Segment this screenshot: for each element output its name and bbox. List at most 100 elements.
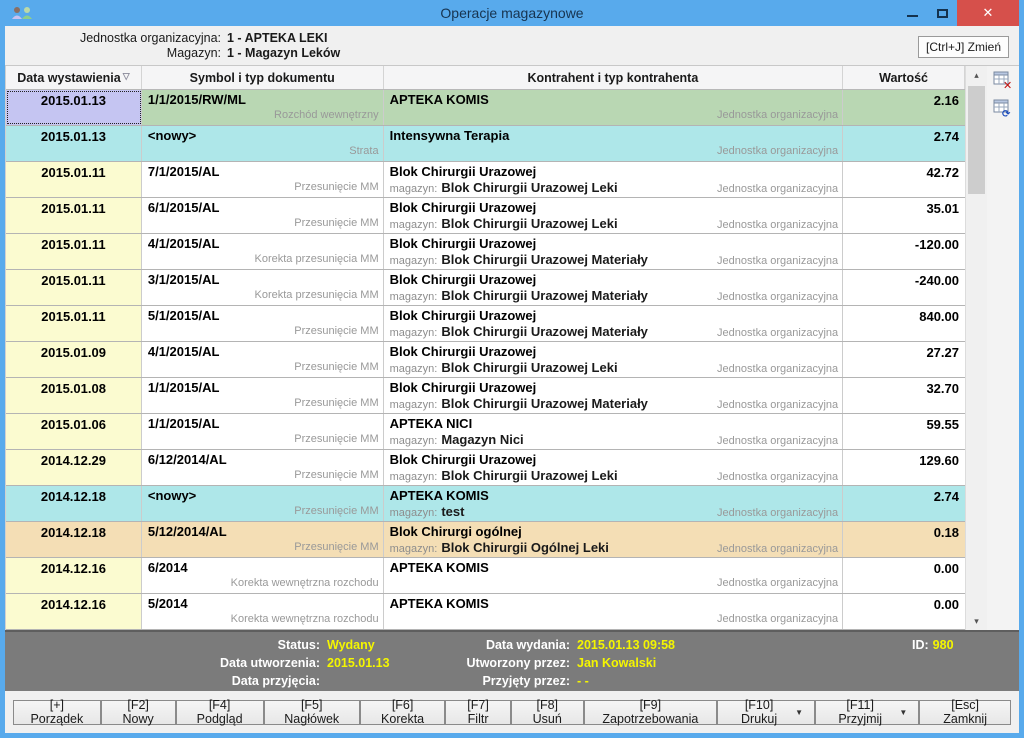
row-date-cell[interactable]: 2015.01.09 xyxy=(6,342,142,377)
row-kontrahent-cell[interactable]: Blok Chirurgii Urazowej magazyn:Blok Chi… xyxy=(384,234,844,269)
column-header-date[interactable]: Data wystawienia▽ xyxy=(6,66,142,89)
scrollbar-thumb[interactable] xyxy=(968,86,985,194)
row-value-cell[interactable]: -120.00 xyxy=(843,234,965,269)
row-symbol-cell[interactable]: 5/1/2015/AL Przesunięcie MM xyxy=(142,306,384,341)
row-kontrahent-cell[interactable]: Blok Chirurgii Urazowej magazyn:Blok Chi… xyxy=(384,198,844,233)
row-kontrahent-cell[interactable]: Blok Chirurgii Urazowej magazyn:Blok Chi… xyxy=(384,342,844,377)
row-value-cell[interactable]: 129.60 xyxy=(843,450,965,485)
row-date-cell[interactable]: 2015.01.11 xyxy=(6,162,142,197)
row-value-cell[interactable]: 2.16 xyxy=(843,90,965,125)
table-row[interactable]: 2014.12.18 <nowy> Przesunięcie MM APTEKA… xyxy=(6,486,965,522)
row-date-cell[interactable]: 2014.12.16 xyxy=(6,558,142,593)
row-symbol-cell[interactable]: 4/1/2015/AL Przesunięcie MM xyxy=(142,342,384,377)
scroll-up-icon[interactable]: ▴ xyxy=(966,66,987,84)
row-date-cell[interactable]: 2014.12.18 xyxy=(6,486,142,521)
row-date-cell[interactable]: 2015.01.11 xyxy=(6,306,142,341)
row-value-cell[interactable]: 0.00 xyxy=(843,594,965,629)
grid-refresh-icon[interactable]: ⟳ xyxy=(993,98,1013,118)
nowy-button[interactable]: [F2] Nowy xyxy=(101,700,176,725)
vertical-scrollbar[interactable]: ▴ ▾ xyxy=(965,66,987,630)
table-row[interactable]: 2015.01.09 4/1/2015/AL Przesunięcie MM B… xyxy=(6,342,965,378)
table-row[interactable]: 2015.01.11 7/1/2015/AL Przesunięcie MM B… xyxy=(6,162,965,198)
change-context-button[interactable]: [Ctrl+J] Zmień xyxy=(918,36,1009,58)
row-symbol-cell[interactable]: 6/1/2015/AL Przesunięcie MM xyxy=(142,198,384,233)
table-row[interactable]: 2014.12.29 6/12/2014/AL Przesunięcie MM … xyxy=(6,450,965,486)
porzadek-button[interactable]: [+] Porządek xyxy=(13,700,101,725)
row-symbol-cell[interactable]: 5/12/2014/AL Przesunięcie MM xyxy=(142,522,384,557)
table-row[interactable]: 2015.01.13 <nowy> Strata Intensywna Tera… xyxy=(6,126,965,162)
row-kontrahent-cell[interactable]: APTEKA KOMIS magazyn:test Jednostka orga… xyxy=(384,486,844,521)
row-date-cell[interactable]: 2015.01.11 xyxy=(6,198,142,233)
row-value-cell[interactable]: 840.00 xyxy=(843,306,965,341)
row-value-cell[interactable]: 27.27 xyxy=(843,342,965,377)
row-date-cell[interactable]: 2015.01.13 xyxy=(6,126,142,161)
close-button[interactable]: ✕ xyxy=(957,0,1019,26)
table-row[interactable]: 2015.01.06 1/1/2015/AL Przesunięcie MM A… xyxy=(6,414,965,450)
row-kontrahent-cell[interactable]: APTEKA KOMIS magazyn: Jednostka organiza… xyxy=(384,594,844,629)
table-row[interactable]: 2014.12.16 6/2014 Korekta wewnętrzna roz… xyxy=(6,558,965,594)
row-symbol-cell[interactable]: 1/1/2015/AL Przesunięcie MM xyxy=(142,414,384,449)
row-value-cell[interactable]: 42.72 xyxy=(843,162,965,197)
korekta-button[interactable]: [F6] Korekta xyxy=(360,700,446,725)
row-kontrahent-cell[interactable]: Blok Chirurgii Urazowej magazyn:Blok Chi… xyxy=(384,270,844,305)
row-kontrahent-cell[interactable]: Blok Chirurgii Urazowej magazyn:Blok Chi… xyxy=(384,378,844,413)
row-date-cell[interactable]: 2014.12.29 xyxy=(6,450,142,485)
row-symbol-cell[interactable]: 5/2014 Korekta wewnętrzna rozchodu xyxy=(142,594,384,629)
row-value-cell[interactable]: 2.74 xyxy=(843,126,965,161)
row-value-cell[interactable]: 35.01 xyxy=(843,198,965,233)
row-kontrahent-cell[interactable]: Blok Chirurgii Urazowej magazyn:Blok Chi… xyxy=(384,162,844,197)
scroll-down-icon[interactable]: ▾ xyxy=(966,612,987,630)
zapotrzebowania-button[interactable]: [F9] Zapotrzebowania xyxy=(584,700,717,725)
table-row[interactable]: 2014.12.18 5/12/2014/AL Przesunięcie MM … xyxy=(6,522,965,558)
scrollbar-track[interactable] xyxy=(966,84,987,612)
row-date-cell[interactable]: 2015.01.11 xyxy=(6,270,142,305)
row-symbol-cell[interactable]: <nowy> Przesunięcie MM xyxy=(142,486,384,521)
column-header-value[interactable]: Wartość xyxy=(843,66,965,89)
usun-button[interactable]: [F8] Usuń xyxy=(511,700,584,725)
naglowek-button[interactable]: [F5] Nagłówek xyxy=(264,700,360,725)
row-value-cell[interactable]: 32.70 xyxy=(843,378,965,413)
podglad-button[interactable]: [F4] Podgląd xyxy=(176,700,264,725)
table-row[interactable]: 2015.01.11 6/1/2015/AL Przesunięcie MM B… xyxy=(6,198,965,234)
table-row[interactable]: 2015.01.11 4/1/2015/AL Korekta przesunię… xyxy=(6,234,965,270)
row-kontrahent-cell[interactable]: APTEKA KOMIS magazyn: Jednostka organiza… xyxy=(384,558,844,593)
row-value-cell[interactable]: -240.00 xyxy=(843,270,965,305)
row-date-cell[interactable]: 2015.01.11 xyxy=(6,234,142,269)
maximize-button[interactable] xyxy=(927,0,957,26)
row-kontrahent-cell[interactable]: APTEKA NICI magazyn:Magazyn Nici Jednost… xyxy=(384,414,844,449)
grid-delete-icon[interactable]: ✕ xyxy=(993,70,1013,90)
row-symbol-cell[interactable]: 7/1/2015/AL Przesunięcie MM xyxy=(142,162,384,197)
table-row[interactable]: 2014.12.16 5/2014 Korekta wewnętrzna roz… xyxy=(6,594,965,630)
row-value-cell[interactable]: 0.00 xyxy=(843,558,965,593)
row-symbol-cell[interactable]: 6/12/2014/AL Przesunięcie MM xyxy=(142,450,384,485)
row-kontrahent-cell[interactable]: APTEKA KOMIS magazyn: Jednostka organiza… xyxy=(384,90,844,125)
table-row[interactable]: 2015.01.08 1/1/2015/AL Przesunięcie MM B… xyxy=(6,378,965,414)
zamknij-button[interactable]: [Esc] Zamknij xyxy=(919,700,1011,725)
table-row[interactable]: 2015.01.11 3/1/2015/AL Korekta przesunię… xyxy=(6,270,965,306)
table-row[interactable]: 2015.01.11 5/1/2015/AL Przesunięcie MM B… xyxy=(6,306,965,342)
row-symbol-cell[interactable]: 1/1/2015/RW/ML Rozchód wewnętrzny xyxy=(142,90,384,125)
row-value-cell[interactable]: 0.18 xyxy=(843,522,965,557)
row-symbol-cell[interactable]: 6/2014 Korekta wewnętrzna rozchodu xyxy=(142,558,384,593)
drukuj-button[interactable]: [F10] Drukuj▼ xyxy=(717,700,815,725)
minimize-button[interactable] xyxy=(897,0,927,26)
row-symbol-cell[interactable]: <nowy> Strata xyxy=(142,126,384,161)
row-kontrahent-cell[interactable]: Blok Chirurgii Urazowej magazyn:Blok Chi… xyxy=(384,450,844,485)
przyjmij-button[interactable]: [F11] Przyjmij▼ xyxy=(815,700,919,725)
row-value-cell[interactable]: 2.74 xyxy=(843,486,965,521)
row-kontrahent-cell[interactable]: Intensywna Terapia magazyn: Jednostka or… xyxy=(384,126,844,161)
row-kontrahent-cell[interactable]: Blok Chirurgi ogólnej magazyn:Blok Chiru… xyxy=(384,522,844,557)
row-kontrahent-cell[interactable]: Blok Chirurgii Urazowej magazyn:Blok Chi… xyxy=(384,306,844,341)
row-value-cell[interactable]: 59.55 xyxy=(843,414,965,449)
column-header-kontrahent[interactable]: Kontrahent i typ kontrahenta xyxy=(384,66,844,89)
row-date-cell[interactable]: 2015.01.13 xyxy=(6,90,142,125)
column-header-symbol[interactable]: Symbol i typ dokumentu xyxy=(142,66,384,89)
row-symbol-cell[interactable]: 1/1/2015/AL Przesunięcie MM xyxy=(142,378,384,413)
row-date-cell[interactable]: 2014.12.16 xyxy=(6,594,142,629)
row-date-cell[interactable]: 2014.12.18 xyxy=(6,522,142,557)
table-row[interactable]: 2015.01.13 1/1/2015/RW/ML Rozchód wewnęt… xyxy=(6,90,965,126)
row-symbol-cell[interactable]: 3/1/2015/AL Korekta przesunięcia MM xyxy=(142,270,384,305)
row-date-cell[interactable]: 2015.01.06 xyxy=(6,414,142,449)
row-date-cell[interactable]: 2015.01.08 xyxy=(6,378,142,413)
filtr-button[interactable]: [F7] Filtr xyxy=(445,700,510,725)
